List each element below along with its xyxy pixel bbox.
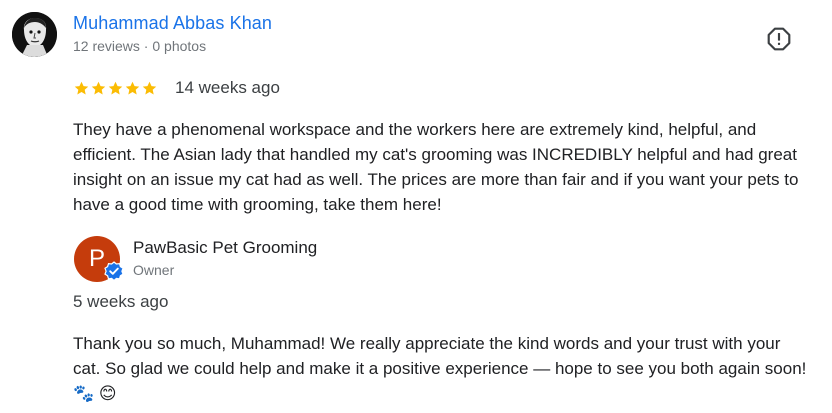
reviewer-avatar-image — [12, 12, 57, 57]
reviewer-meta: 12 reviews · 0 photos — [73, 38, 207, 54]
star-icon — [91, 81, 106, 94]
reviewer-name[interactable]: Muhammad Abbas Khan — [73, 13, 272, 34]
review-text: They have a phenomenal workspace and the… — [73, 120, 799, 214]
owner-name: PawBasic Pet Grooming — [133, 238, 318, 257]
star-icon — [74, 81, 89, 94]
verified-check-icon — [104, 261, 124, 281]
owner-avatar-initial: P — [88, 245, 105, 272]
review-date: 14 weeks ago — [175, 78, 280, 97]
report-exclamation-icon[interactable] — [766, 26, 792, 52]
star-icon — [142, 81, 157, 94]
star-icon — [125, 81, 140, 94]
owner-role: Owner — [133, 262, 175, 278]
star-rating — [73, 80, 158, 97]
star-icon — [108, 81, 123, 94]
reply-text: Thank you so much, Muhammad! We really a… — [73, 334, 807, 403]
reviewer-avatar[interactable] — [12, 12, 57, 57]
rating-row: 14 weeks ago — [73, 78, 280, 98]
reply-date: 5 weeks ago — [73, 292, 169, 311]
